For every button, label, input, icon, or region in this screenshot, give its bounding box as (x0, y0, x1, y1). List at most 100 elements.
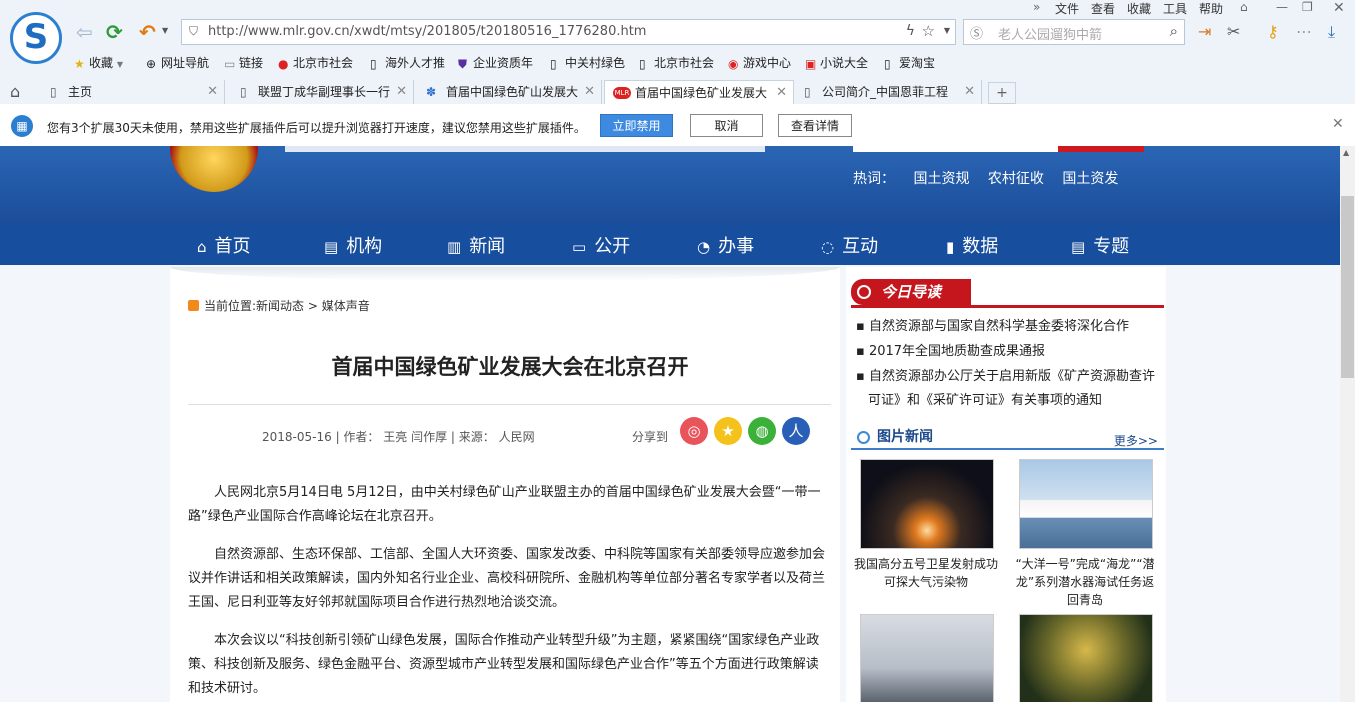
nav-public[interactable]: ▭ 公开 (572, 232, 630, 258)
bookmark-bj-social-1[interactable]: ● 北京市社会 (278, 54, 353, 71)
today-link-text[interactable]: 自然资源部与国家自然科学基金委将深化合作 (869, 319, 1129, 334)
menu-tools[interactable]: 工具 (1163, 0, 1187, 17)
bookmark-favorites[interactable]: ★ 收藏 ▼ (74, 54, 123, 71)
pic-caption[interactable]: 我国高分五号卫星发射成功 可探大气污染物 (851, 555, 1001, 591)
green-scene-image[interactable] (1019, 614, 1153, 702)
article-meta: 2018-05-16 | 作者： 王亮 闫作厚 | 来源： 人民网 (262, 430, 535, 444)
nav-interact[interactable]: ◌ 互动 (821, 232, 878, 258)
close-tab-icon[interactable]: ✕ (396, 80, 407, 104)
today-link[interactable]: ▪ 自然资源部办公厅关于启用新版《矿产资源勘查许可证》和《采矿许可证》有关事项的… (856, 365, 1161, 413)
tab-alliance[interactable]: ▯ 联盟丁成华副理事长一行 ✕ (228, 80, 414, 104)
tab-enfi[interactable]: ▯ 公司简介_中国恩菲工程 ✕ (796, 80, 982, 104)
back-icon[interactable]: ⇦ (76, 20, 93, 44)
search-input[interactable]: 老人公园遛狗中箭 (998, 24, 1102, 43)
home-icon: ⌂ (197, 238, 207, 256)
bookmark-games[interactable]: ◉ 游戏中心 (728, 54, 791, 71)
bookmark-nav[interactable]: ⊕ 网址导航 (146, 54, 209, 71)
site-search-button[interactable] (1058, 146, 1144, 152)
close-tab-icon[interactable]: ✕ (964, 80, 975, 104)
scrollbar-thumb[interactable] (1341, 196, 1354, 378)
menu-help[interactable]: 帮助 (1199, 0, 1223, 17)
menu-expand-icon[interactable]: » (1033, 0, 1040, 14)
minimize-icon[interactable]: — (1276, 0, 1288, 14)
bookmark-taobao[interactable]: ▯ 爱淘宝 (884, 54, 935, 71)
download-icon[interactable]: ⤓ (1328, 22, 1335, 42)
globe-icon: ⊕ (146, 57, 157, 71)
address-url[interactable]: http://www.mlr.gov.cn/xwdt/mtsy/201805/t… (208, 24, 646, 39)
browser-logo-icon[interactable]: S (10, 12, 62, 64)
person-icon: ◔ (697, 238, 711, 256)
disable-now-button[interactable]: 立即禁用 (600, 114, 673, 137)
cancel-button[interactable]: 取消 (690, 114, 763, 137)
menu-file[interactable]: 文件 (1055, 0, 1079, 17)
close-window-icon[interactable]: ✕ (1333, 0, 1345, 16)
page-icon: ▯ (884, 57, 891, 71)
undo-dropdown-icon[interactable]: ▼ (162, 26, 168, 35)
research-ship-image[interactable] (1019, 459, 1153, 549)
folder-icon: ▭ (224, 57, 236, 71)
more-link[interactable]: 更多>> (1114, 432, 1158, 449)
tab-home[interactable]: ▯ 主页 ✕ (40, 80, 225, 104)
bookmark-novels[interactable]: ▣ 小说大全 (805, 54, 868, 71)
bookmark-label: 海外人才推 (385, 56, 446, 70)
pic-caption[interactable]: “大洋一号”完成“海龙”“潜龙”系列潜水器海试任务返回青岛 (1010, 555, 1160, 609)
close-notice-icon[interactable]: ✕ (1332, 116, 1344, 132)
bookmark-bj-social-2[interactable]: ▯ 北京市社会 (639, 54, 714, 71)
address-bar[interactable]: ⛉ http://www.mlr.gov.cn/xwdt/mtsy/201805… (181, 19, 956, 45)
bookmark-overseas[interactable]: ▯ 海外人才推 (370, 54, 445, 71)
view-details-button[interactable]: 查看详情 (778, 114, 852, 137)
key-icon[interactable]: ⚷ (1267, 22, 1279, 41)
breadcrumb-separator: > (307, 299, 318, 313)
scroll-up-icon[interactable]: ▲ (1343, 148, 1349, 157)
today-link-text[interactable]: 自然资源部办公厅关于启用新版《矿产资源勘查许可证》和《采矿许可证》有关事项的通知 (868, 369, 1155, 408)
breadcrumb-news[interactable]: 新闻动态 (256, 299, 304, 313)
url-dropdown-icon[interactable]: ▼ (944, 26, 950, 35)
breadcrumb-media[interactable]: 媒体声音 (322, 299, 370, 313)
search-box[interactable]: Ⓢ 老人公园遛狗中箭 ⌕ (963, 19, 1185, 45)
nav-org[interactable]: ▤ 机构 (324, 232, 382, 258)
tab-active-green-mining[interactable]: MLR 首届中国绿色矿业发展大 ✕ (604, 80, 794, 104)
menu-view[interactable]: 查看 (1091, 0, 1115, 17)
new-tab-icon[interactable]: + (988, 82, 1016, 104)
today-link[interactable]: ▪ 2017年全国地质勘查成果通报 (856, 340, 1161, 364)
site-search-input[interactable] (853, 146, 1058, 152)
restore-icon[interactable]: ❐ (1302, 0, 1313, 14)
star-icon[interactable]: ☆ (922, 22, 935, 40)
lightning-icon[interactable]: ϟ (906, 23, 915, 39)
today-link[interactable]: ▪ 自然资源部与国家自然科学基金委将深化合作 (856, 315, 1161, 339)
scissors-icon[interactable]: ✂ (1227, 22, 1240, 41)
nav-home[interactable]: ⌂ 首页 (197, 232, 251, 258)
hot-word-link[interactable]: 国土资发 (1062, 171, 1118, 187)
hot-word-link[interactable]: 农村征收 (988, 171, 1044, 187)
skin-icon[interactable]: ⌂ (1240, 0, 1248, 14)
nav-data[interactable]: ▮ 数据 (946, 232, 998, 258)
home-icon[interactable]: ⌂ (10, 82, 20, 101)
undo-icon[interactable]: ↶ (139, 20, 156, 44)
wechat-share-icon[interactable]: ◍ (748, 417, 776, 445)
more-icon[interactable]: ⋯ (1296, 22, 1312, 41)
weibo-share-icon[interactable]: ◎ (680, 417, 708, 445)
bookmark-links[interactable]: ▭ 链接 (224, 54, 263, 71)
nav-news[interactable]: ▥ 新闻 (447, 232, 505, 258)
nav-topics[interactable]: ▤ 专题 (1071, 232, 1129, 258)
close-tab-icon[interactable]: ✕ (584, 80, 595, 104)
sidebar-toggle-icon[interactable]: ⇥ (1198, 22, 1211, 41)
menu-favorites[interactable]: 收藏 (1127, 0, 1151, 17)
rocket-launch-image[interactable] (860, 459, 994, 549)
tab-green-mine[interactable]: ✽ 首届中国绿色矿山发展大 ✕ (416, 80, 602, 104)
bookmark-zgc[interactable]: ▯ 中关村绿色 (550, 54, 625, 71)
renren-share-icon[interactable]: 人 (782, 417, 810, 445)
exhibition-image[interactable] (860, 614, 994, 702)
nav-label: 公开 (594, 236, 631, 257)
page-icon: ▯ (804, 85, 811, 99)
close-tab-icon[interactable]: ✕ (207, 80, 218, 104)
close-tab-icon[interactable]: ✕ (776, 81, 787, 104)
today-link-text[interactable]: 2017年全国地质勘查成果通报 (869, 344, 1045, 359)
hot-word-link[interactable]: 国土资规 (913, 171, 969, 187)
nav-services[interactable]: ◔ 办事 (697, 232, 754, 258)
bookmark-enterprise[interactable]: ⛊ 企业资质年 (458, 54, 533, 71)
refresh-icon[interactable]: ⟳ (106, 20, 123, 44)
favorite-share-icon[interactable]: ★ (714, 417, 742, 445)
pic-news-header: 图片新闻 更多>> (851, 422, 1164, 450)
search-icon[interactable]: ⌕ (1170, 22, 1178, 40)
